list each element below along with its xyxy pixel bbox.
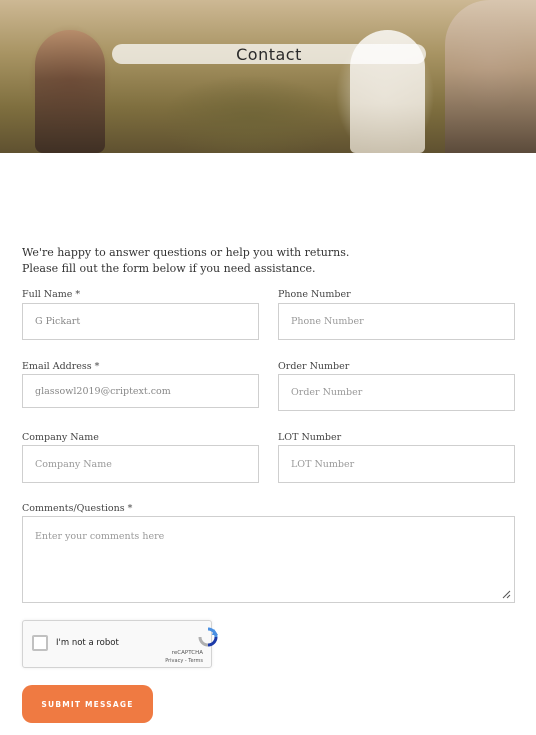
- submit-message-button[interactable]: SUBMIT MESSAGE: [22, 685, 153, 723]
- email-label: Email Address *: [22, 361, 100, 372]
- recaptcha-logo-icon: [198, 627, 218, 647]
- recaptcha-checkbox[interactable]: [32, 635, 48, 651]
- recaptcha-links[interactable]: Privacy - Terms: [165, 658, 203, 664]
- full-name-input[interactable]: G Pickart: [22, 303, 259, 340]
- order-number-label: Order Number: [278, 361, 350, 372]
- hero-painting-figure-right: [445, 0, 536, 153]
- phone-label: Phone Number: [278, 289, 351, 300]
- recaptcha-widget: I'm not a robot reCAPTCHA Privacy - Term…: [22, 620, 218, 668]
- page-title: Contact: [112, 44, 426, 64]
- hero-painting-figure-left: [35, 30, 105, 153]
- recaptcha-label: I'm not a robot: [56, 638, 119, 648]
- phone-input[interactable]: Phone Number: [278, 303, 515, 340]
- recaptcha-brand: reCAPTCHA: [171, 650, 203, 656]
- comments-textarea[interactable]: Enter your comments here: [22, 516, 515, 603]
- comments-label: Comments/Questions *: [22, 503, 133, 514]
- email-input[interactable]: glassowl2019@criptext.com: [22, 374, 259, 408]
- intro-text: We're happy to answer questions or help …: [22, 245, 522, 277]
- resize-grip-icon[interactable]: [502, 590, 511, 599]
- intro-line-2: Please fill out the form below if you ne…: [22, 262, 316, 275]
- hero-banner: Contact: [0, 0, 536, 153]
- lot-number-input[interactable]: LOT Number: [278, 445, 515, 483]
- comments-placeholder: Enter your comments here: [35, 531, 165, 542]
- full-name-label: Full Name *: [22, 289, 81, 300]
- company-name-input[interactable]: Company Name: [22, 445, 259, 483]
- company-name-label: Company Name: [22, 432, 99, 443]
- lot-number-label: LOT Number: [278, 432, 342, 443]
- order-number-input[interactable]: Order Number: [278, 374, 515, 411]
- intro-line-1: We're happy to answer questions or help …: [22, 246, 350, 259]
